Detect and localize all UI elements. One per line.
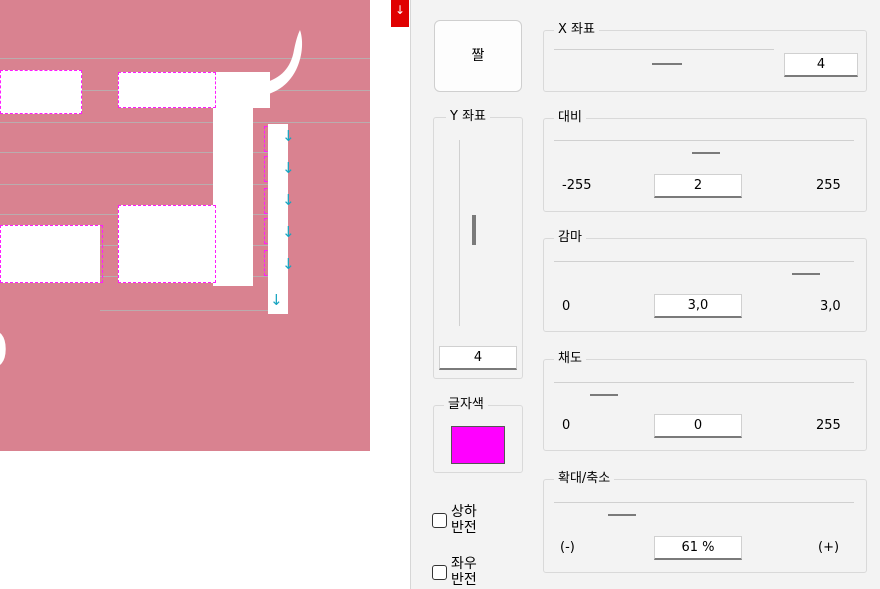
gamma-label: 감마 [554, 229, 586, 247]
y-coord-slider-track[interactable] [459, 140, 460, 326]
gamma-slider-thumb[interactable] [792, 273, 820, 275]
contrast-max: 255 [816, 178, 841, 193]
x-coord-group: X 좌표 4 [543, 21, 867, 92]
saturation-slider-thumb[interactable] [590, 394, 618, 396]
arrow-column [268, 124, 288, 314]
saturation-min: 0 [562, 418, 571, 433]
flip-horizontal-label-1[interactable]: 좌우 [451, 557, 477, 572]
down-arrow-icon: ↓ [282, 127, 295, 145]
flip-horizontal-checkbox[interactable] [432, 565, 447, 580]
contrast-min: -255 [562, 178, 592, 193]
gamma-min: 0 [562, 299, 571, 314]
text-color-swatch[interactable] [451, 426, 505, 464]
guide-line [0, 58, 370, 59]
y-coord-slider-thumb[interactable] [472, 215, 476, 245]
zoom-group: 확대/축소 (-) 61 % (+) [543, 470, 867, 573]
saturation-label: 채도 [554, 350, 586, 368]
down-arrow-icon: ↓ [282, 159, 295, 177]
glyph-outline [0, 70, 82, 114]
preview-canvas[interactable]: ↓ ↓ ↓ ↓ ↓ ↓ 0 [0, 0, 370, 451]
zoom-slider-track[interactable] [554, 502, 854, 503]
y-coord-group: Y 좌표 4 [433, 108, 523, 379]
gamma-slider-track[interactable] [554, 261, 854, 262]
partial-digit-glyph: 0 [0, 325, 8, 377]
zoom-label: 확대/축소 [554, 470, 615, 488]
glyph-outline [0, 225, 103, 283]
flip-vertical-label-2[interactable]: 반전 [451, 521, 477, 536]
x-coord-slider-thumb[interactable] [652, 63, 682, 65]
contrast-label: 대비 [554, 109, 586, 127]
saturation-value[interactable]: 0 [654, 414, 742, 438]
saturation-group: 채도 0 0 255 [543, 350, 867, 451]
gamma-value[interactable]: 3,0 [654, 294, 742, 318]
zoom-max: (+) [818, 540, 840, 555]
contrast-group: 대비 -255 2 255 [543, 109, 867, 212]
flip-horizontal-label-2[interactable]: 반전 [451, 573, 477, 588]
text-color-group: 글자색 [433, 396, 523, 473]
glyph-stroke [213, 108, 253, 286]
guide-line [0, 122, 370, 123]
contrast-slider-track[interactable] [554, 140, 854, 141]
contrast-slider-thumb[interactable] [692, 152, 720, 154]
adjust-panel: 짤 X 좌표 4 Y 좌표 4 대비 -255 2 255 감마 0 3,0 3… [410, 0, 880, 589]
down-arrow-icon: ↓ [282, 191, 295, 209]
contrast-value[interactable]: 2 [654, 174, 742, 198]
down-arrow-marker-icon: ↓ [391, 0, 409, 27]
saturation-max: 255 [816, 418, 841, 433]
down-arrow-icon: ↓ [270, 291, 283, 309]
saturation-slider-track[interactable] [554, 382, 854, 383]
y-coord-label: Y 좌표 [446, 108, 490, 126]
x-coord-label: X 좌표 [554, 21, 599, 39]
top-button[interactable]: 짤 [434, 20, 522, 92]
wing-icon [260, 30, 303, 96]
zoom-slider-thumb[interactable] [608, 514, 636, 516]
guide-line [100, 310, 270, 311]
flip-vertical-checkbox[interactable] [432, 513, 447, 528]
y-coord-value[interactable]: 4 [439, 346, 517, 370]
text-color-label: 글자색 [444, 396, 488, 414]
down-arrow-icon: ↓ [282, 255, 295, 273]
glyph-outline [118, 72, 216, 108]
gamma-group: 감마 0 3,0 3,0 [543, 229, 867, 332]
flip-vertical-label-1[interactable]: 상하 [451, 505, 477, 520]
x-coord-value[interactable]: 4 [784, 53, 858, 77]
glyph-outline [118, 205, 216, 283]
down-arrow-icon: ↓ [282, 223, 295, 241]
zoom-value[interactable]: 61 % [654, 536, 742, 560]
gamma-max: 3,0 [820, 299, 841, 314]
zoom-min: (-) [560, 540, 575, 555]
x-coord-slider-track[interactable] [554, 49, 774, 50]
